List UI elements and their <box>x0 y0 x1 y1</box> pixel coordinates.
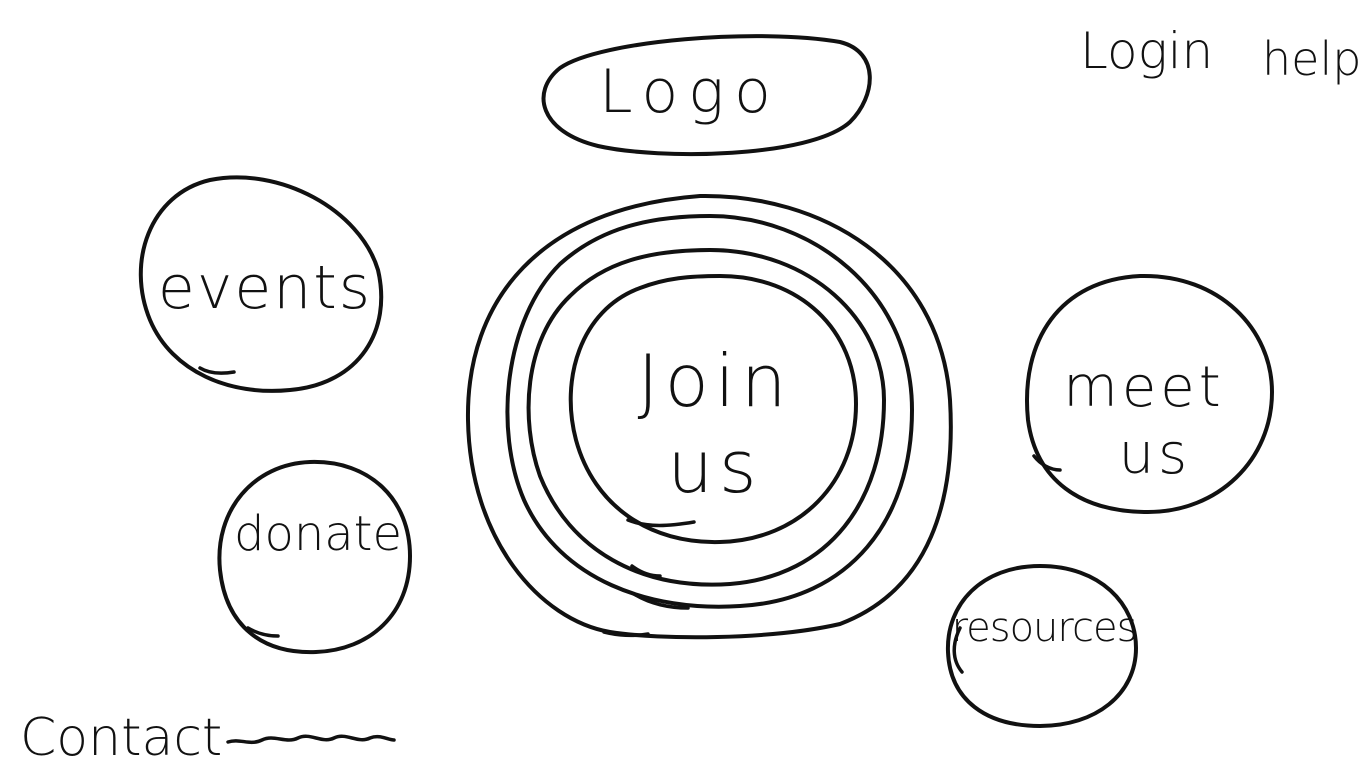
events-button-label[interactable]: events <box>150 258 380 318</box>
donate-button-label[interactable]: donate <box>222 510 414 558</box>
events-circle-tail <box>198 366 236 375</box>
contact-squiggle <box>226 734 396 745</box>
resources-button-label[interactable]: resources <box>944 608 1144 648</box>
join-us-button-label[interactable]: Join us <box>580 338 850 511</box>
login-link[interactable]: Login <box>1080 26 1213 76</box>
meet-us-button-label[interactable]: meet us <box>1034 354 1254 488</box>
logo[interactable]: Logo <box>560 62 820 122</box>
help-link[interactable]: help <box>1262 36 1361 82</box>
contact-link[interactable]: Contact <box>20 712 222 764</box>
